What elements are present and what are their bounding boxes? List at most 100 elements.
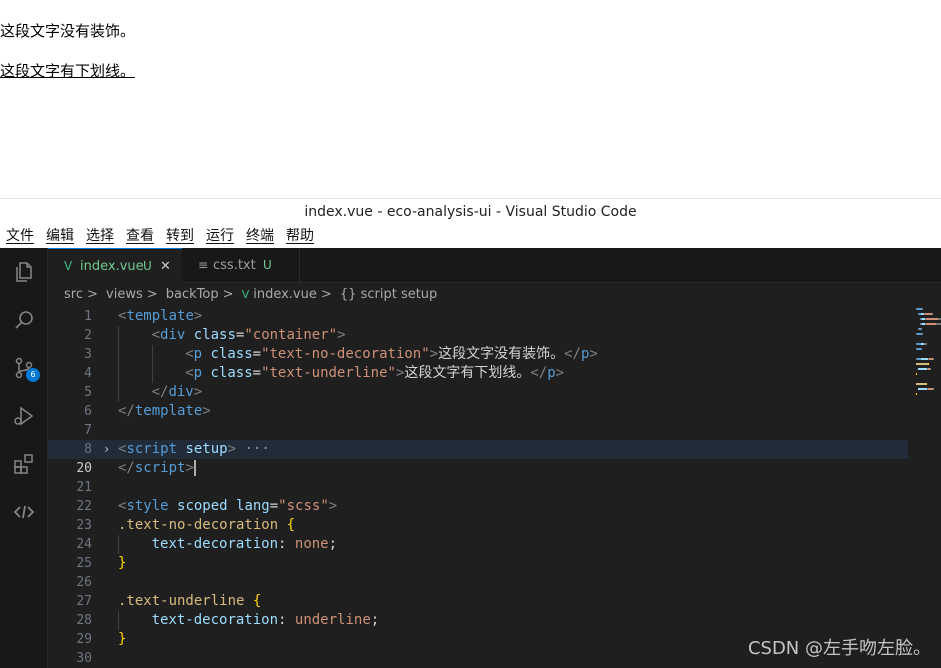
code-token: >: [328, 498, 338, 514]
code-token: script: [134, 460, 186, 476]
code-line[interactable]: 23 .text-no-decoration {: [48, 516, 908, 535]
breadcrumb-backtop[interactable]: backTop: [166, 287, 219, 302]
text-underline: 这段文字有下划线。: [0, 62, 136, 80]
code-token: >: [555, 365, 565, 381]
code-token: >: [193, 308, 203, 324]
menu-selection[interactable]: 选择: [86, 224, 114, 248]
code-token: {: [286, 517, 296, 533]
code-token: =: [269, 498, 279, 514]
code-line[interactable]: 25}: [48, 554, 908, 573]
minimap-stripe: [933, 358, 934, 360]
code-line[interactable]: 8 › <script setup> ···: [48, 440, 908, 459]
code-line[interactable]: 22 <style scoped lang="scss">: [48, 497, 908, 516]
code-token: "scss": [278, 498, 329, 514]
code-line[interactable]: 1 <template>: [48, 307, 908, 326]
menu-run[interactable]: 运行: [206, 224, 234, 248]
code-text: <p class="text-no-decoration">这段文字没有装饰。<…: [185, 345, 598, 364]
breadcrumb-index-vue[interactable]: index.vue: [253, 287, 317, 302]
code-token: none: [294, 536, 329, 552]
code-line[interactable]: 26: [48, 573, 908, 592]
chevron-right-icon: >: [86, 287, 98, 302]
menu-go[interactable]: 转到: [166, 224, 194, 248]
menu-edit[interactable]: 编辑: [46, 224, 74, 248]
minimap-stripe: [925, 343, 927, 345]
minimap-stripe: [922, 308, 923, 310]
code-token: >: [185, 460, 194, 476]
minimap[interactable]: [912, 306, 941, 416]
code-token: 这段文字没有装饰。: [438, 346, 565, 362]
code-token: >: [337, 327, 346, 343]
breadcrumb-script-setup[interactable]: {} script setup: [340, 287, 437, 302]
code-token: ;: [328, 536, 338, 552]
code-token: scoped lang: [177, 498, 270, 514]
line-number: 6: [84, 404, 92, 419]
code-line[interactable]: 4 <p class="text-underline">这段文字有下划线。</p>: [48, 364, 908, 383]
line-number: 5: [84, 385, 92, 400]
code-line[interactable]: 3 <p class="text-no-decoration">这段文字没有装饰。…: [48, 345, 908, 364]
code-line[interactable]: 27 .text-underline {: [48, 592, 908, 611]
code-token: {: [252, 593, 262, 609]
minimap-stripe: [933, 388, 934, 390]
code-line[interactable]: 21: [48, 478, 908, 497]
minimap-stripe: [928, 363, 929, 365]
breadcrumb-src[interactable]: src: [64, 287, 83, 302]
minimap-stripe: [925, 313, 932, 315]
code-line[interactable]: 2 <div class="container">: [48, 326, 908, 345]
tab-status: U: [263, 258, 272, 272]
tab-index-vue[interactable]: V index.vue U ✕: [48, 248, 182, 283]
code-text: .text-no-decoration {: [118, 516, 295, 535]
line-number: 26: [76, 575, 92, 590]
menu-view[interactable]: 查看: [126, 224, 154, 248]
close-icon[interactable]: ✕: [160, 249, 171, 284]
line-number: 8: [84, 442, 92, 457]
minimap-stripe: [916, 373, 917, 375]
menu-terminal[interactable]: 终端: [246, 224, 274, 248]
menu-file[interactable]: 文件: [6, 224, 34, 248]
extensions-icon[interactable]: [12, 452, 36, 476]
code-editor[interactable]: 1 <template> 2 <div class="container"> 3 <p c…: [48, 306, 908, 668]
code-token: script: [126, 441, 186, 457]
code-text: <script setup> ···: [118, 440, 270, 459]
minimap-stripe: [930, 368, 931, 370]
code-line[interactable]: 6 </template>: [48, 402, 908, 421]
code-line[interactable]: 28 text-decoration: underline;: [48, 611, 908, 630]
menu-help[interactable]: 帮助: [286, 224, 314, 248]
run-debug-icon[interactable]: [12, 404, 36, 428]
code-token: text-decoration: [151, 612, 279, 628]
text-no-decoration: 这段文字没有装饰。: [0, 22, 136, 40]
code-line[interactable]: 7: [48, 421, 908, 440]
code-line[interactable]: 20 </script>: [48, 459, 908, 478]
code-token: ···: [236, 441, 270, 457]
remote-icon[interactable]: [12, 500, 36, 524]
code-token: class: [210, 365, 253, 381]
minimap-stripe: [926, 323, 936, 325]
code-token: =: [252, 346, 262, 362]
indent-guide: [118, 326, 119, 345]
code-token: ;: [370, 612, 380, 628]
tab-label: index.vue: [80, 259, 144, 274]
search-icon[interactable]: [12, 308, 36, 332]
tab-css-txt[interactable]: ≡ css.txt U: [182, 248, 300, 283]
vue-file-icon: V: [241, 288, 250, 301]
code-token: class: [193, 327, 236, 343]
indent-guide: [118, 383, 119, 402]
breadcrumb-views[interactable]: views: [106, 287, 143, 302]
minimap-stripe: [921, 328, 922, 330]
code-text: }: [118, 630, 126, 649]
code-token: </: [151, 384, 169, 400]
code-text: <style scoped lang="scss">: [118, 497, 337, 516]
code-token: underline: [294, 612, 371, 628]
code-line[interactable]: 24 text-decoration: none;: [48, 535, 908, 554]
code-token: =: [252, 365, 262, 381]
window-title: index.vue - eco-analysis-ui - Visual Stu…: [0, 198, 941, 224]
fold-chevron-icon[interactable]: ›: [103, 440, 110, 459]
line-number: 20: [76, 461, 92, 476]
minimap-stripe: [916, 383, 926, 385]
minimap-stripe: [926, 383, 927, 385]
text-file-icon: ≡: [198, 258, 209, 272]
code-token: "text-no-decoration": [261, 346, 430, 362]
code-token: >: [429, 346, 439, 362]
code-line[interactable]: 5 </div>: [48, 383, 908, 402]
code-text: </div>: [152, 383, 203, 402]
explorer-icon[interactable]: [12, 260, 36, 284]
